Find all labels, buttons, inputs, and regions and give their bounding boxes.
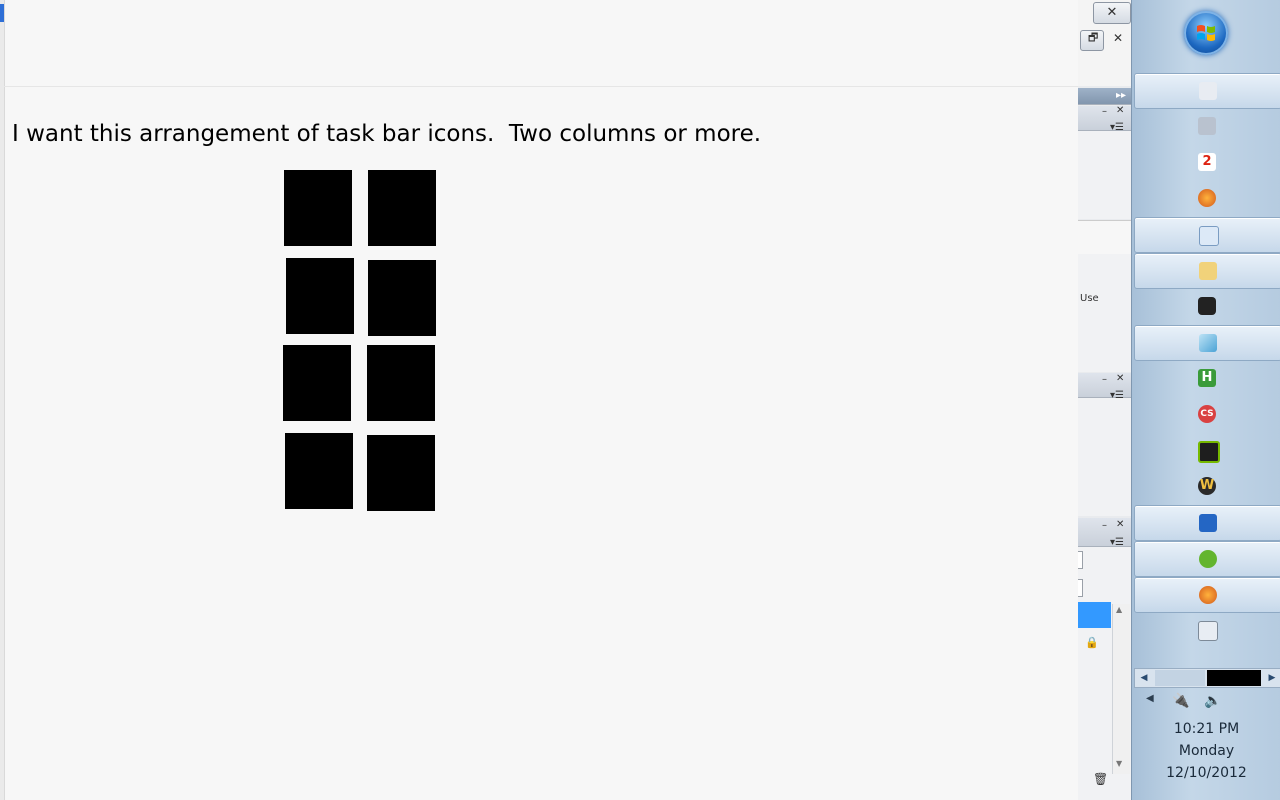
clock-day[interactable]: Monday (1132, 743, 1280, 759)
taskbar-button[interactable] (1134, 253, 1280, 289)
taskbar-button[interactable] (1134, 541, 1280, 577)
wow-icon: W (1198, 477, 1216, 495)
spotify-icon (1199, 550, 1217, 568)
close-icon: ✕ (1106, 5, 1118, 20)
selected-list-item[interactable] (1078, 602, 1111, 628)
close-window-button[interactable]: ✕ (1093, 2, 1131, 24)
window-corner-fragment (0, 4, 4, 22)
black-square (367, 345, 435, 421)
close-icon[interactable]: ✕ (1113, 32, 1123, 44)
taskbar-button[interactable] (1134, 613, 1280, 647)
taskbar-button[interactable]: 2 (1134, 145, 1280, 179)
nvidia-icon (1198, 441, 1220, 463)
restore-icon[interactable]: 🗗 (1088, 32, 1098, 44)
side-panels: ✕ 🗗 ✕ ▸▸ – ✕ ▾☰ Use – ✕ ▾☰ – ✕ ▾☰ 🔒 ▲ ▼ … (1078, 0, 1132, 800)
game-controller-icon (1198, 117, 1216, 135)
scroll-thumb[interactable] (1207, 670, 1261, 686)
windows-logo-icon (1197, 25, 1215, 41)
window-icon (1198, 621, 1218, 641)
power-plug-icon[interactable]: 🔌 (1172, 693, 1189, 709)
taskbar-button[interactable] (1134, 289, 1280, 323)
mail-icon (1199, 514, 1217, 532)
canvas-left-edge (0, 0, 5, 800)
canvas-divider (4, 86, 1078, 87)
lock-icon: 🔒 (1085, 636, 1099, 649)
paint-icon (1199, 334, 1217, 352)
taskbar-button[interactable] (1134, 433, 1280, 467)
taskbar-button[interactable]: H (1134, 361, 1280, 395)
scroll-up-icon[interactable]: ▲ (1116, 604, 1122, 616)
minimize-icon[interactable]: – (1102, 374, 1107, 386)
scroll-track (1155, 670, 1205, 686)
firefox-2-icon (1199, 586, 1217, 604)
taskbar-button[interactable]: W (1134, 469, 1280, 503)
hexchat-icon: H (1198, 369, 1216, 387)
use-label: Use (1080, 293, 1099, 304)
taskbar-button[interactable] (1134, 577, 1280, 613)
panel-3-field[interactable] (1078, 551, 1083, 569)
black-square (368, 170, 436, 246)
taskbar-button[interactable] (1134, 109, 1280, 143)
taskbar-button[interactable] (1134, 181, 1280, 215)
panel-3-field[interactable] (1078, 579, 1083, 597)
scroll-down-icon[interactable]: ▼ (1116, 758, 1122, 770)
steam-icon (1198, 297, 1216, 315)
firefox-icon (1198, 189, 1216, 207)
taskbar: 2 H CS W ◀ ▶ ◀ 🔌 🔈 10:21 PM Monday 12/10/20… (1131, 0, 1280, 800)
annotation-text: I want this arrangement of task bar icon… (12, 121, 762, 147)
panel-1-list (1078, 254, 1131, 372)
folder-icon (1199, 262, 1217, 280)
app-2-icon: 2 (1198, 153, 1216, 171)
black-square (368, 260, 436, 336)
black-square (367, 435, 435, 511)
clock-time[interactable]: 10:21 PM (1132, 721, 1280, 737)
close-icon[interactable]: ✕ (1116, 519, 1124, 531)
minimize-icon[interactable]: – (1102, 106, 1107, 118)
panel-2-body (1078, 398, 1131, 516)
close-icon[interactable]: ✕ (1116, 105, 1124, 117)
panel-1-body (1078, 131, 1131, 219)
taskbar-button[interactable] (1134, 217, 1280, 253)
scroll-right-icon[interactable]: ▶ (1263, 669, 1280, 687)
taskbar-scrollbar[interactable]: ◀ ▶ (1134, 668, 1280, 688)
show-hidden-icons-icon[interactable]: ◀ (1146, 693, 1154, 704)
clock-date[interactable]: 12/10/2012 (1132, 765, 1280, 781)
start-button[interactable] (1184, 11, 1228, 55)
taskbar-button[interactable]: CS (1134, 397, 1280, 431)
black-square (283, 345, 351, 421)
system-tray: ◀ 🔌 🔈 (1132, 690, 1280, 714)
trash-icon[interactable]: 🗑 (1093, 773, 1108, 785)
expand-icon[interactable]: ▸▸ (1116, 90, 1126, 102)
black-square (286, 258, 354, 334)
volume-icon[interactable]: 🔈 (1204, 693, 1221, 709)
cs-icon: CS (1198, 405, 1216, 423)
black-square (284, 170, 352, 246)
panel-1-row[interactable] (1078, 220, 1131, 255)
black-square (285, 433, 353, 509)
image-viewer-icon (1199, 226, 1219, 246)
taskbar-button[interactable] (1134, 73, 1280, 109)
gamepad-icon (1199, 82, 1217, 100)
minimize-icon[interactable]: – (1102, 520, 1107, 532)
scroll-left-icon[interactable]: ◀ (1135, 669, 1153, 687)
vertical-scrollbar[interactable]: ▲ ▼ (1112, 604, 1130, 774)
taskbar-button[interactable] (1134, 505, 1280, 541)
close-icon[interactable]: ✕ (1116, 373, 1124, 385)
taskbar-button[interactable] (1134, 325, 1280, 361)
drawing-canvas[interactable]: I want this arrangement of task bar icon… (0, 0, 1078, 800)
